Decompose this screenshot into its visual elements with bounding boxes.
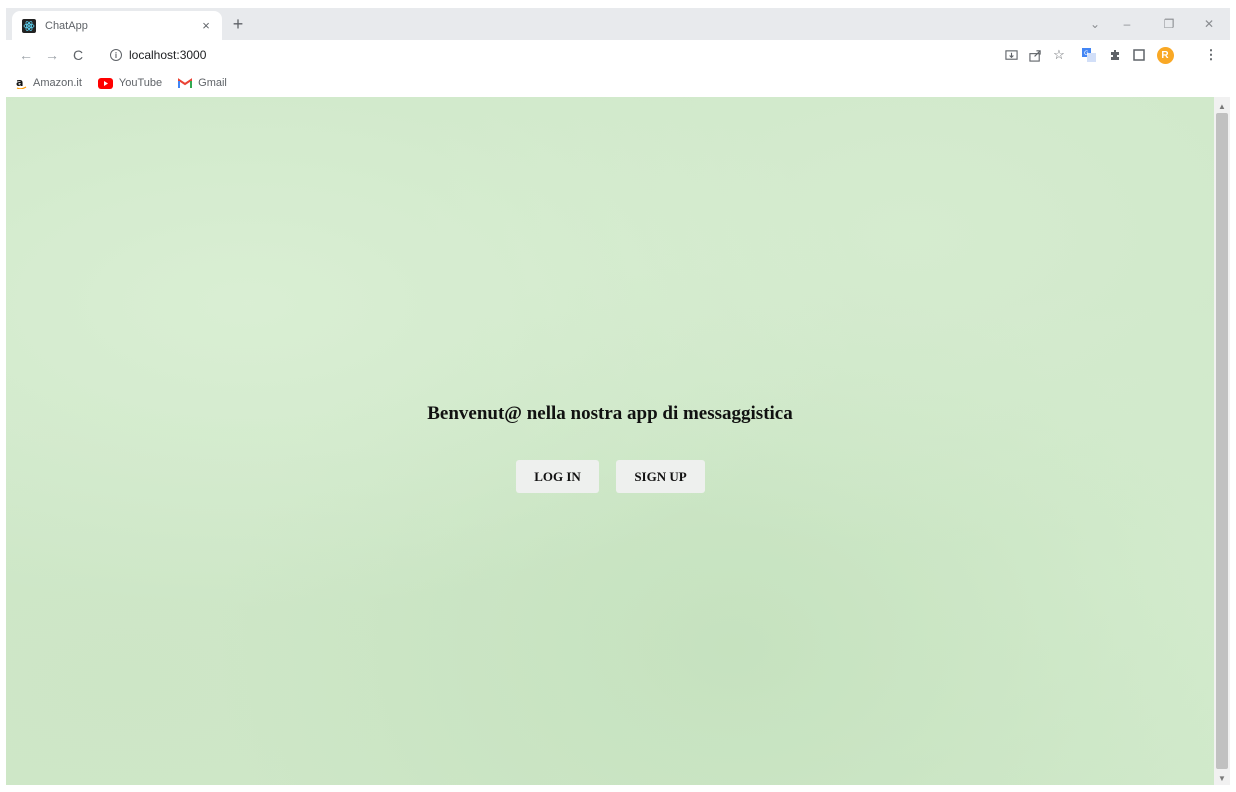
bookmark-amazon[interactable]: a Amazon.it — [16, 77, 82, 89]
address-bar[interactable]: i localhost:3000 — [96, 44, 996, 66]
bookmark-youtube[interactable]: YouTube — [97, 77, 163, 89]
avatar: R — [1156, 46, 1174, 64]
tab-strip: ChatApp × + ⌄ – ❐ ✕ — [6, 8, 1230, 40]
svg-text:a: a — [16, 77, 23, 89]
signup-button[interactable]: SIGN UP — [616, 460, 705, 493]
restore-icon[interactable]: ❐ — [1154, 14, 1184, 34]
scroll-thumb[interactable] — [1216, 113, 1228, 769]
bookmarks-bar: a Amazon.it YouTube Gmail — [6, 70, 1230, 96]
page-content: Benvenut@ nella nostra app di messaggist… — [6, 97, 1214, 785]
forward-icon[interactable]: → — [42, 46, 62, 64]
close-tab-icon[interactable]: × — [198, 18, 214, 33]
extensions-icon[interactable] — [1106, 46, 1124, 64]
url-text: localhost:3000 — [129, 48, 207, 62]
tab-search-icon[interactable]: ⌄ — [1080, 14, 1110, 34]
info-icon[interactable]: i — [110, 49, 122, 61]
back-icon[interactable]: ← — [16, 46, 36, 64]
profile-avatar[interactable]: R — [1156, 46, 1174, 64]
amazon-icon: a — [16, 77, 27, 89]
login-button[interactable]: LOG IN — [516, 460, 599, 493]
tab-chatapp[interactable]: ChatApp × — [12, 11, 222, 40]
bookmark-label: YouTube — [118, 77, 163, 89]
bookmark-gmail[interactable]: Gmail — [178, 77, 227, 89]
tab-title: ChatApp — [45, 19, 88, 32]
translate-icon[interactable]: G — [1080, 46, 1098, 64]
scroll-down-icon[interactable]: ▼ — [1214, 771, 1230, 785]
reload-icon[interactable]: C — [68, 46, 88, 64]
side-panel-icon[interactable] — [1130, 46, 1148, 64]
bookmark-label: Amazon.it — [33, 77, 82, 89]
react-icon — [22, 18, 36, 33]
install-icon[interactable] — [1002, 46, 1020, 64]
gmail-icon — [178, 77, 193, 89]
youtube-icon — [97, 77, 113, 89]
page-scrollbar[interactable]: ▲ ▼ — [1214, 97, 1230, 785]
share-icon[interactable] — [1026, 46, 1044, 64]
welcome-heading: Benvenut@ nella nostra app di messaggist… — [427, 403, 793, 424]
svg-text:G: G — [1084, 50, 1089, 57]
minimize-icon[interactable]: – — [1112, 14, 1142, 34]
bookmark-label: Gmail — [198, 77, 227, 89]
scroll-up-icon[interactable]: ▲ — [1214, 99, 1230, 113]
window-close-icon[interactable]: ✕ — [1194, 14, 1224, 34]
bookmark-star-icon[interactable]: ☆ — [1050, 46, 1068, 64]
browser-toolbar: ← → C i localhost:3000 ☆ G R ⋮ — [6, 40, 1230, 70]
menu-kebab-icon[interactable]: ⋮ — [1202, 46, 1220, 64]
browser-window: ChatApp × + ⌄ – ❐ ✕ ← → C i localhost:30… — [6, 8, 1230, 788]
new-tab-button[interactable]: + — [228, 14, 248, 34]
